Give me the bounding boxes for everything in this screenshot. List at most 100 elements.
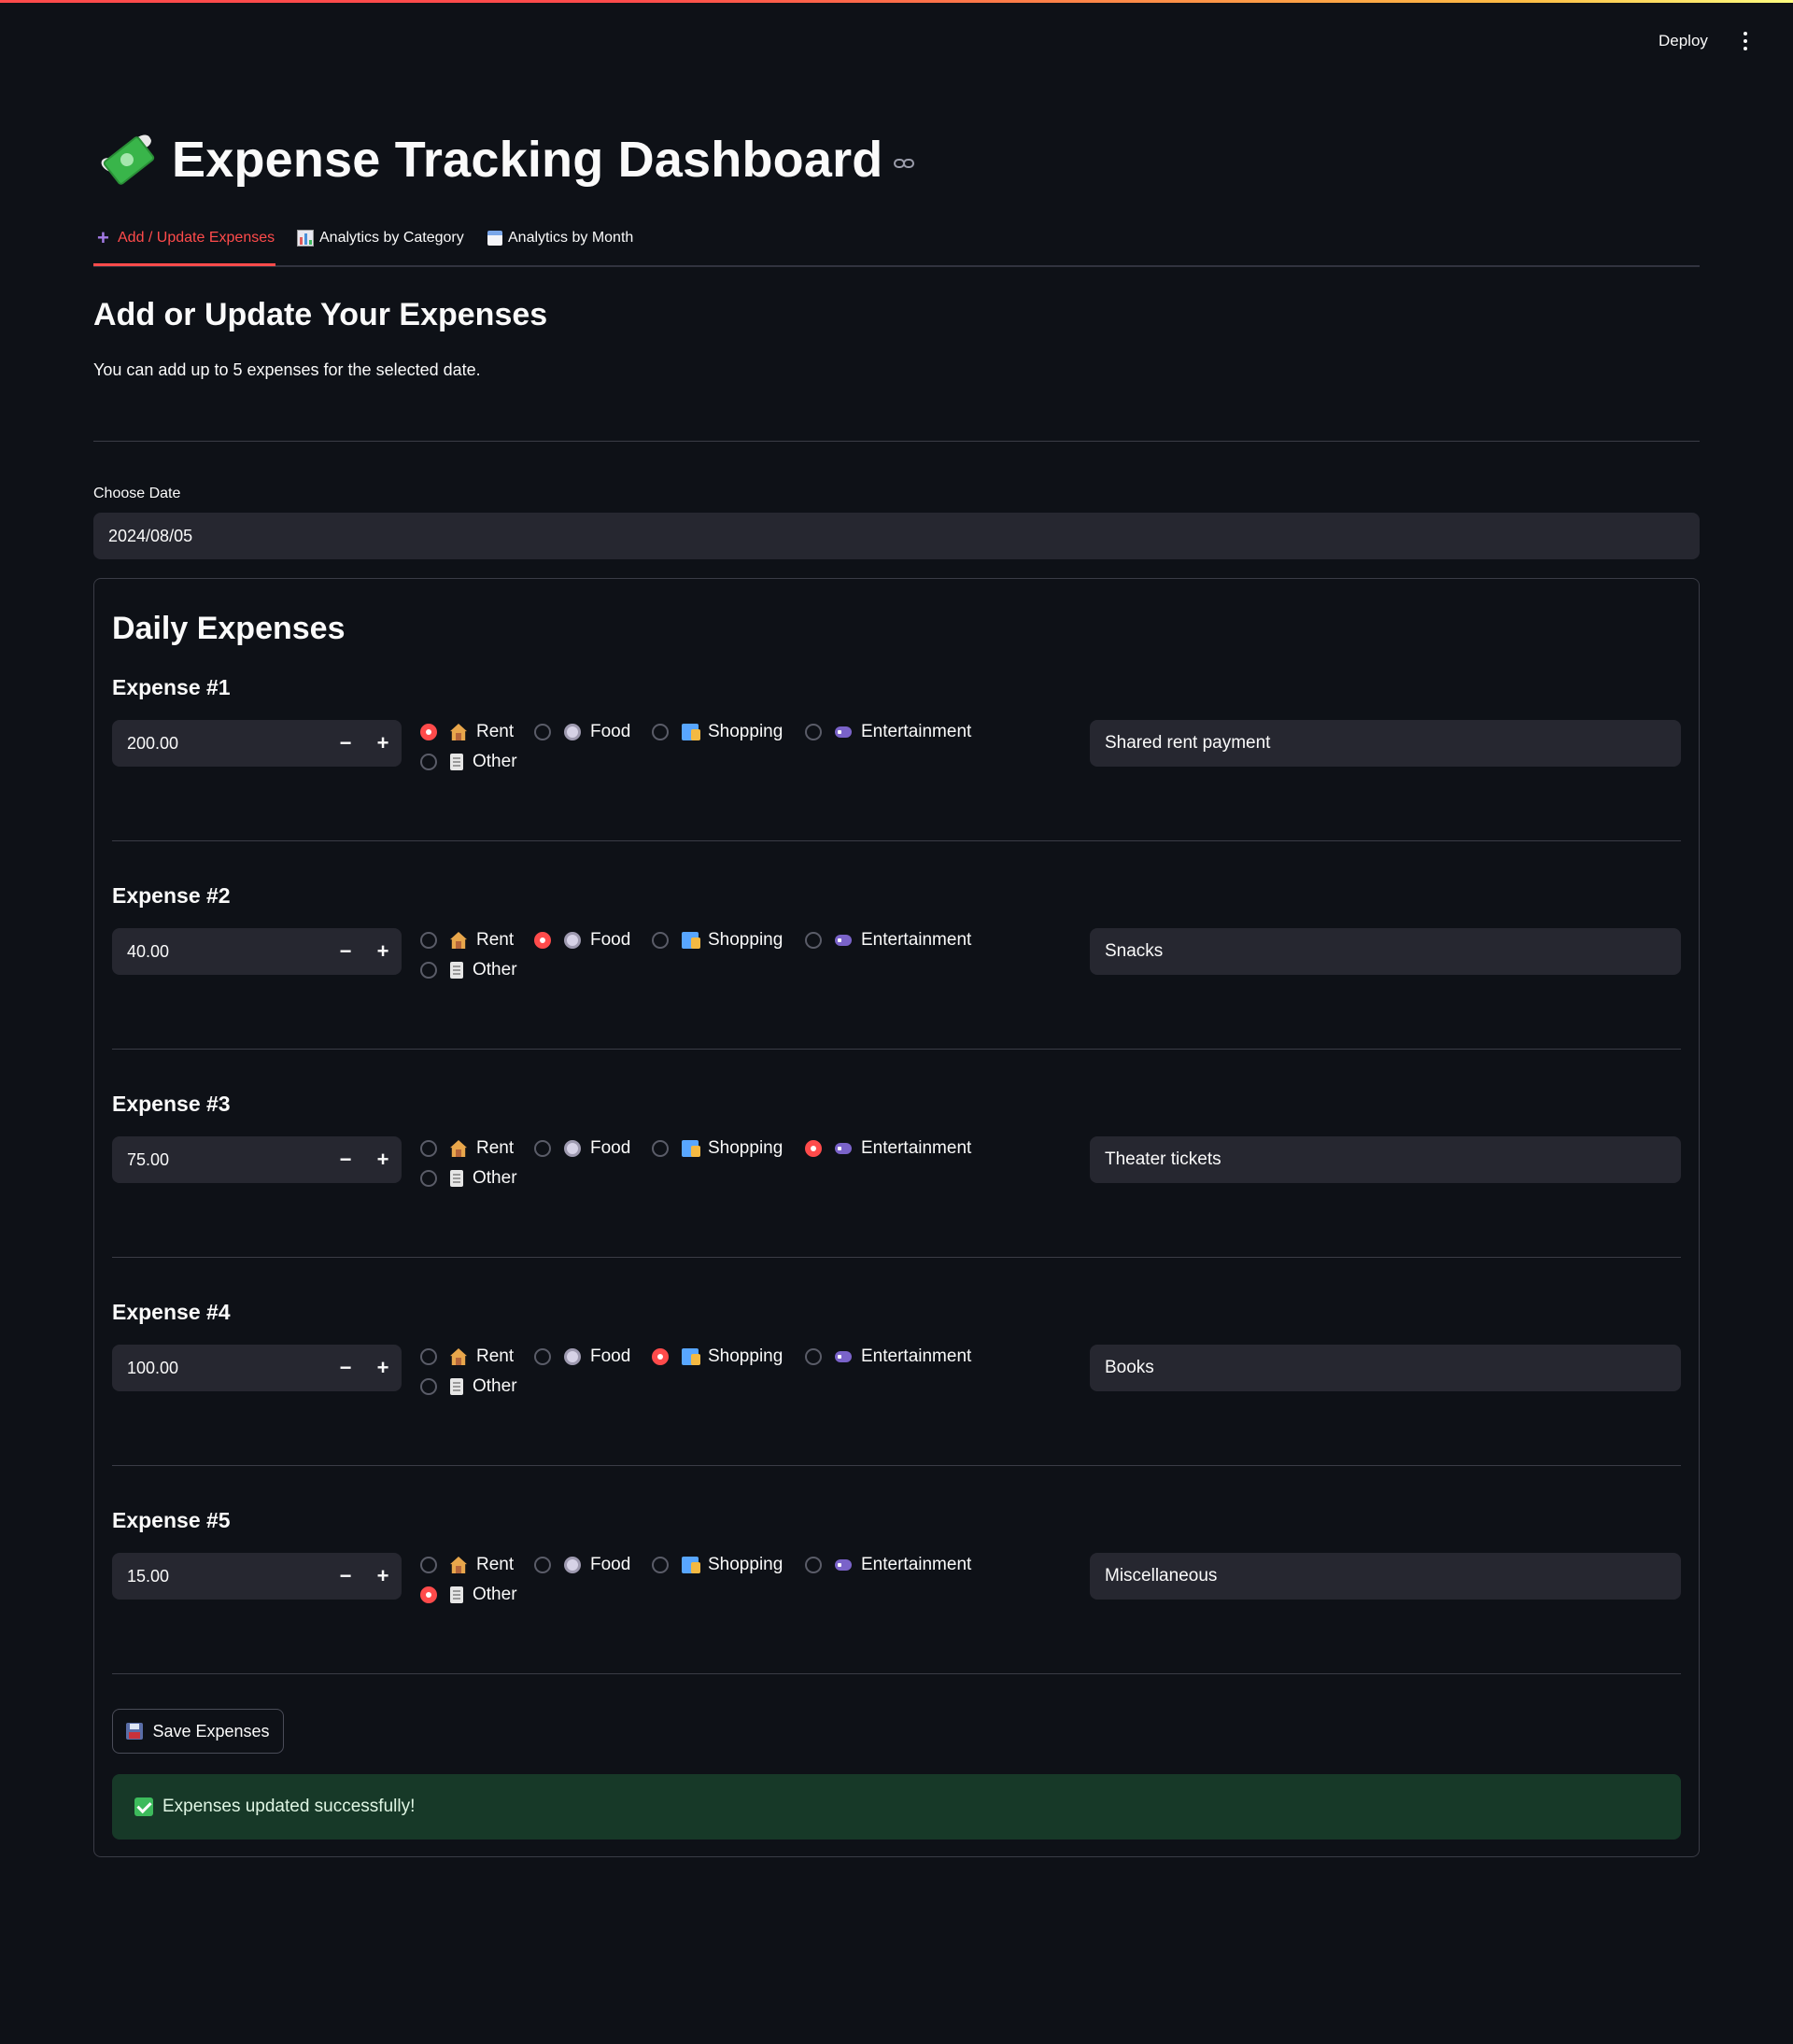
category-label: Rent: [476, 1138, 515, 1158]
category-option-other[interactable]: Other: [420, 1376, 517, 1397]
category-label: Entertainment: [861, 722, 972, 741]
expense-row: Expense #5 15.00 − + Rent Food Shopping Enterta…: [112, 1508, 1681, 1715]
radio-unselected-icon[interactable]: [805, 1348, 822, 1365]
category-option-entertainment[interactable]: Entertainment: [805, 1138, 971, 1159]
tab-label: Analytics by Category: [319, 230, 464, 246]
increment-button[interactable]: +: [364, 1136, 402, 1183]
category-label: Other: [473, 1585, 517, 1604]
radio-unselected-icon[interactable]: [652, 1557, 669, 1573]
save-expenses-button[interactable]: Save Expenses: [112, 1709, 284, 1754]
category-option-shopping[interactable]: Shopping: [652, 1346, 783, 1367]
daily-expenses-heading: Daily Expenses: [112, 611, 346, 646]
radio-unselected-icon[interactable]: [420, 754, 437, 770]
notes-input[interactable]: Snacks: [1090, 928, 1681, 975]
category-option-shopping[interactable]: Shopping: [652, 722, 783, 742]
radio-selected-icon[interactable]: [805, 1140, 822, 1157]
category-option-rent[interactable]: Rent: [420, 930, 514, 951]
plate-icon: [564, 1140, 581, 1157]
tab-analytics-category[interactable]: Analytics by Category: [297, 230, 464, 247]
category-option-other[interactable]: Other: [420, 1168, 517, 1189]
save-button-label: Save Expenses: [152, 1721, 270, 1741]
category-option-rent[interactable]: Rent: [420, 1138, 514, 1159]
category-option-rent[interactable]: Rent: [420, 722, 514, 742]
receipt-icon: [450, 962, 463, 979]
amount-input[interactable]: 100.00 − +: [112, 1345, 402, 1391]
radio-unselected-icon[interactable]: [805, 932, 822, 949]
category-option-food[interactable]: Food: [534, 930, 630, 951]
decrement-button[interactable]: −: [327, 1136, 364, 1183]
decrement-button[interactable]: −: [327, 928, 364, 975]
radio-unselected-icon[interactable]: [805, 724, 822, 740]
increment-button[interactable]: +: [364, 720, 402, 767]
radio-unselected-icon[interactable]: [534, 724, 551, 740]
category-label: Shopping: [708, 722, 784, 741]
radio-unselected-icon[interactable]: [420, 1170, 437, 1187]
decrement-button[interactable]: −: [327, 1553, 364, 1600]
decrement-button[interactable]: −: [327, 1345, 364, 1391]
category-option-other[interactable]: Other: [420, 752, 517, 772]
category-option-other[interactable]: Other: [420, 1585, 517, 1605]
radio-unselected-icon[interactable]: [652, 724, 669, 740]
floppy-disk-icon: [126, 1723, 144, 1740]
notes-input[interactable]: Shared rent payment: [1090, 720, 1681, 767]
category-option-entertainment[interactable]: Entertainment: [805, 1555, 971, 1575]
radio-selected-icon[interactable]: [534, 932, 551, 949]
category-label: Food: [590, 930, 631, 950]
radio-unselected-icon[interactable]: [534, 1348, 551, 1365]
radio-unselected-icon[interactable]: [652, 1140, 669, 1157]
tab-analytics-month[interactable]: Analytics by Month: [487, 230, 633, 247]
shopping-bags-icon: [682, 724, 700, 740]
category-label: Entertainment: [861, 930, 972, 950]
category-option-food[interactable]: Food: [534, 1138, 630, 1159]
date-input[interactable]: 2024/08/05: [93, 513, 1700, 559]
increment-button[interactable]: +: [364, 928, 402, 975]
amount-input[interactable]: 200.00 − +: [112, 720, 402, 767]
amount-input[interactable]: 40.00 − +: [112, 928, 402, 975]
deploy-button[interactable]: Deploy: [1653, 30, 1714, 52]
increment-button[interactable]: +: [364, 1553, 402, 1600]
notes-input[interactable]: Miscellaneous: [1090, 1553, 1681, 1600]
divider: [93, 441, 1700, 442]
game-controller-icon: [835, 726, 852, 738]
category-option-entertainment[interactable]: Entertainment: [805, 1346, 971, 1367]
radio-selected-icon[interactable]: [420, 1586, 437, 1603]
category-label: Other: [473, 1168, 517, 1188]
category-option-entertainment[interactable]: Entertainment: [805, 722, 971, 742]
house-icon: [450, 1140, 467, 1157]
amount-input[interactable]: 15.00 − +: [112, 1553, 402, 1600]
radio-unselected-icon[interactable]: [534, 1140, 551, 1157]
bar-chart-icon: [297, 230, 314, 247]
category-option-shopping[interactable]: Shopping: [652, 1555, 783, 1575]
expense-row: Expense #4 100.00 − + Rent Food Shopping Entert…: [112, 1300, 1681, 1507]
radio-unselected-icon[interactable]: [420, 1557, 437, 1573]
increment-button[interactable]: +: [364, 1345, 402, 1391]
category-option-food[interactable]: Food: [534, 1555, 630, 1575]
category-option-shopping[interactable]: Shopping: [652, 1138, 783, 1159]
notes-input[interactable]: Books: [1090, 1345, 1681, 1391]
radio-selected-icon[interactable]: [420, 724, 437, 740]
radio-unselected-icon[interactable]: [420, 932, 437, 949]
category-option-entertainment[interactable]: Entertainment: [805, 930, 971, 951]
radio-unselected-icon[interactable]: [420, 1140, 437, 1157]
decrement-button[interactable]: −: [327, 720, 364, 767]
category-option-other[interactable]: Other: [420, 960, 517, 980]
category-option-rent[interactable]: Rent: [420, 1346, 514, 1367]
radio-selected-icon[interactable]: [652, 1348, 669, 1365]
category-option-shopping[interactable]: Shopping: [652, 930, 783, 951]
notes-input[interactable]: Theater tickets: [1090, 1136, 1681, 1183]
radio-unselected-icon[interactable]: [805, 1557, 822, 1573]
radio-unselected-icon[interactable]: [420, 1348, 437, 1365]
tab-add-update[interactable]: + Add / Update Expenses: [97, 228, 275, 248]
category-label: Food: [590, 722, 631, 741]
link-icon[interactable]: [894, 158, 915, 169]
radio-unselected-icon[interactable]: [420, 962, 437, 979]
radio-unselected-icon[interactable]: [534, 1557, 551, 1573]
category-option-food[interactable]: Food: [534, 1346, 630, 1367]
category-option-rent[interactable]: Rent: [420, 1555, 514, 1575]
category-option-food[interactable]: Food: [534, 722, 630, 742]
shopping-bags-icon: [682, 1348, 700, 1365]
radio-unselected-icon[interactable]: [420, 1378, 437, 1395]
radio-unselected-icon[interactable]: [652, 932, 669, 949]
more-options-icon[interactable]: [1743, 32, 1748, 50]
amount-input[interactable]: 75.00 − +: [112, 1136, 402, 1183]
